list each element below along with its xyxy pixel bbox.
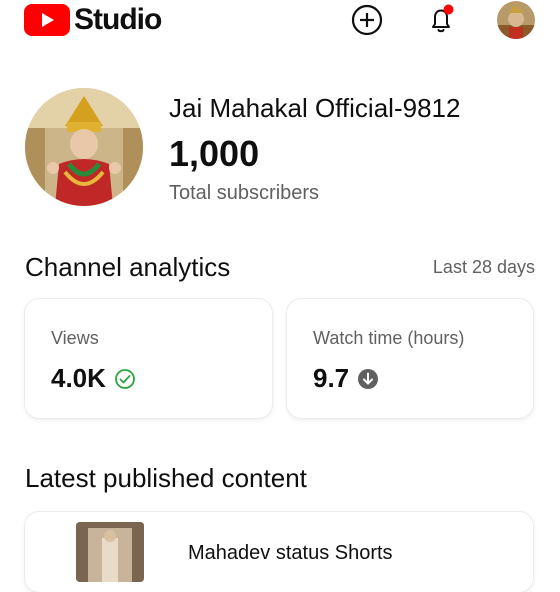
latest-content-card[interactable]: Mahadev status Shorts	[25, 512, 533, 592]
views-card[interactable]: Views 4.0K	[25, 299, 272, 418]
channel-analytics-title: Channel analytics	[25, 252, 231, 282]
bell-icon	[432, 4, 454, 33]
video-thumbnail[interactable]	[76, 522, 144, 582]
arrow-down-circle-icon	[357, 368, 379, 390]
views-label: Views	[51, 328, 99, 348]
channel-avatar-image	[25, 88, 143, 206]
video-title: Mahadev status Shorts	[188, 542, 393, 564]
latest-content-title: Latest published content	[25, 463, 307, 493]
video-thumbnail-image	[76, 522, 144, 582]
check-circle-icon	[114, 368, 136, 390]
app-header: Studio	[0, 0, 560, 44]
views-value-row: 4.0K	[51, 363, 136, 394]
notification-dot	[443, 4, 454, 15]
watch-time-label: Watch time (hours)	[313, 328, 465, 348]
channel-avatar[interactable]	[25, 88, 143, 206]
create-button[interactable]	[349, 2, 385, 38]
watch-time-value: 9.7	[313, 363, 350, 393]
account-avatar[interactable]	[497, 1, 535, 39]
watch-time-card[interactable]: Watch time (hours) 9.7	[287, 299, 533, 418]
studio-logo[interactable]: Studio	[24, 3, 162, 37]
account-avatar-image	[497, 1, 535, 39]
studio-logo-text: Studio	[74, 3, 162, 36]
youtube-logo-icon	[24, 4, 70, 36]
subscriber-count: 1,000	[169, 133, 260, 174]
create-plus-icon	[351, 4, 383, 36]
watch-time-value-row: 9.7	[313, 363, 379, 394]
channel-name: Jai Mahakal Official-9812	[169, 93, 461, 123]
notifications-button[interactable]	[423, 2, 459, 38]
subscriber-label: Total subscribers	[169, 182, 320, 204]
views-value: 4.0K	[51, 363, 106, 393]
analytics-range: Last 28 days	[432, 257, 535, 277]
